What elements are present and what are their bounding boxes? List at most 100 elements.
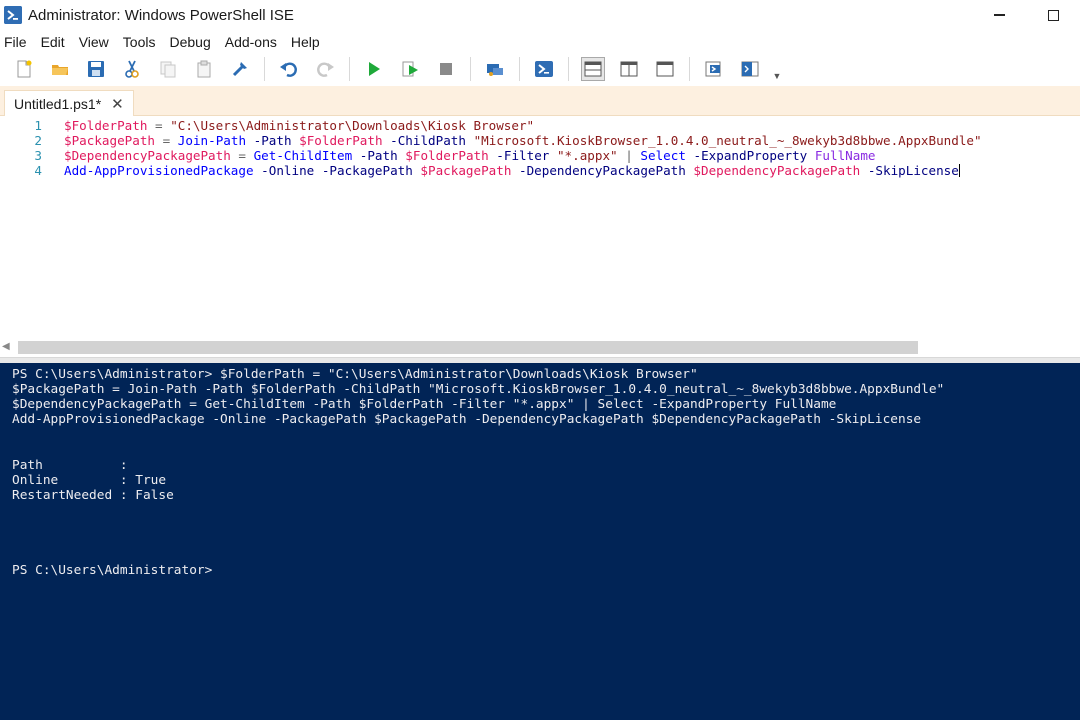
- window-controls: [972, 0, 1080, 30]
- clear-console-button[interactable]: [228, 57, 252, 81]
- remote-powershell-button[interactable]: [483, 57, 507, 81]
- toolbar-separator: [349, 57, 350, 81]
- powershell-console-button[interactable]: [532, 57, 556, 81]
- console-line: Online : True: [12, 472, 167, 488]
- menu-debug[interactable]: Debug: [165, 34, 216, 50]
- console-line: PS C:\Users\Administrator> $FolderPath =…: [12, 367, 698, 382]
- run-script-icon: [369, 62, 380, 76]
- show-script-right-button[interactable]: [617, 57, 641, 81]
- undo-button[interactable]: [277, 57, 301, 81]
- code-token: $FolderPath: [64, 118, 148, 133]
- console-line: $DependencyPackagePath = Get-ChildItem -…: [12, 397, 837, 413]
- copy-button[interactable]: [156, 57, 180, 81]
- show-script-right-icon: [620, 61, 638, 77]
- toolbar-separator: [264, 57, 265, 81]
- code-text: $FolderPath = "C:\Users\Administrator\Do…: [64, 118, 534, 133]
- code-token: $FolderPath: [299, 133, 383, 148]
- copy-icon: [160, 61, 176, 78]
- menu-file[interactable]: File: [0, 34, 33, 50]
- code-line: 1 $FolderPath = "C:\Users\Administrator\D…: [0, 118, 1080, 133]
- code-token: $PackagePath: [64, 133, 155, 148]
- code-text: Add-AppProvisionedPackage -Online -Packa…: [64, 163, 960, 178]
- code-token: -ChildPath: [390, 133, 466, 148]
- console-pane[interactable]: PS C:\Users\Administrator> $FolderPath =…: [0, 363, 1080, 720]
- open-icon: [52, 65, 68, 75]
- stop-icon: [440, 63, 452, 75]
- console-line: RestartNeeded : False: [12, 487, 174, 503]
- new-script-button[interactable]: [12, 57, 36, 81]
- toolbar-separator: [470, 57, 471, 81]
- toolbar-overflow-icon[interactable]: ▼: [772, 57, 782, 81]
- tab-untitled1[interactable]: Untitled1.ps1* ✕: [4, 90, 134, 116]
- powershell-ise-window: Administrator: Windows PowerShell ISE Fi…: [0, 0, 1080, 720]
- menu-add-ons[interactable]: Add-ons: [221, 34, 283, 50]
- paste-icon: [197, 60, 211, 78]
- cut-icon: [125, 60, 139, 78]
- code-token: "C:\Users\Administrator\Downloads\Kiosk …: [170, 118, 535, 133]
- script-tab-strip: Untitled1.ps1* ✕: [0, 86, 1080, 116]
- show-script-maximized-button[interactable]: [653, 57, 677, 81]
- code-token: -DependencyPackagePath: [519, 163, 686, 178]
- maximize-button[interactable]: [1026, 0, 1080, 30]
- save-button[interactable]: [84, 57, 108, 81]
- maximize-icon: [1047, 9, 1059, 21]
- run-selection-icon: [402, 61, 418, 77]
- code-text: $DependencyPackagePath = Get-ChildItem -…: [64, 148, 876, 163]
- close-tab-icon[interactable]: ✕: [111, 95, 124, 113]
- tab-label: Untitled1.ps1*: [14, 95, 102, 112]
- code-token: |: [625, 148, 633, 163]
- menu-tools[interactable]: Tools: [119, 34, 162, 50]
- redo-button[interactable]: [313, 57, 337, 81]
- code-token: $FolderPath: [405, 148, 489, 163]
- code-token: =: [155, 118, 163, 133]
- stop-button[interactable]: [434, 57, 458, 81]
- show-commands-button[interactable]: [702, 57, 726, 81]
- menu-edit[interactable]: Edit: [37, 34, 71, 50]
- code-token: -SkipLicense: [867, 163, 959, 178]
- code-token: "*.appx": [556, 148, 618, 163]
- line-number: 1: [34, 118, 42, 133]
- console-line: $PackagePath = Join-Path -Path $FolderPa…: [12, 382, 945, 398]
- code-token: Select: [640, 148, 686, 163]
- code-token: -ExpandProperty: [693, 148, 808, 163]
- script-editor[interactable]: 1 $FolderPath = "C:\Users\Administrator\D…: [0, 116, 1080, 338]
- show-script-top-icon: [584, 61, 602, 77]
- code-token: $DependencyPackagePath: [64, 148, 231, 163]
- run-selection-button[interactable]: [398, 57, 422, 81]
- code-token: Add-AppProvisionedPackage: [64, 163, 254, 178]
- scroll-left-icon[interactable]: ◀: [2, 341, 10, 352]
- powershell-console-icon: [535, 61, 553, 77]
- editor-horizontal-scrollbar[interactable]: ◀: [0, 338, 1080, 357]
- show-script-top-button[interactable]: [581, 57, 605, 81]
- menu-bar: File Edit View Tools Debug Add-ons Help: [0, 31, 1080, 53]
- code-line: 3 $DependencyPackagePath = Get-ChildItem …: [0, 148, 1080, 163]
- cut-button[interactable]: [120, 57, 144, 81]
- code-token: "Microsoft.KioskBrowser_1.0.4.0_neutral_…: [473, 133, 982, 148]
- minimize-button[interactable]: [972, 0, 1026, 30]
- toolbar-separator: [568, 57, 569, 81]
- run-script-button[interactable]: [362, 57, 386, 81]
- line-number: 4: [34, 163, 42, 178]
- code-token: -Online: [261, 163, 315, 178]
- minimize-icon: [993, 14, 1005, 16]
- code-line: 2 $PackagePath = Join-Path -Path $FolderP…: [0, 133, 1080, 148]
- show-command-addon-button[interactable]: [738, 57, 762, 81]
- code-token: Get-ChildItem: [253, 148, 353, 163]
- title-bar: Administrator: Windows PowerShell ISE: [0, 0, 1080, 30]
- scrollbar-thumb[interactable]: [18, 341, 918, 354]
- menu-view[interactable]: View: [75, 34, 115, 50]
- open-button[interactable]: [48, 57, 72, 81]
- menu-help[interactable]: Help: [287, 34, 326, 50]
- paste-button[interactable]: [192, 57, 216, 81]
- remote-powershell-icon: [487, 64, 503, 76]
